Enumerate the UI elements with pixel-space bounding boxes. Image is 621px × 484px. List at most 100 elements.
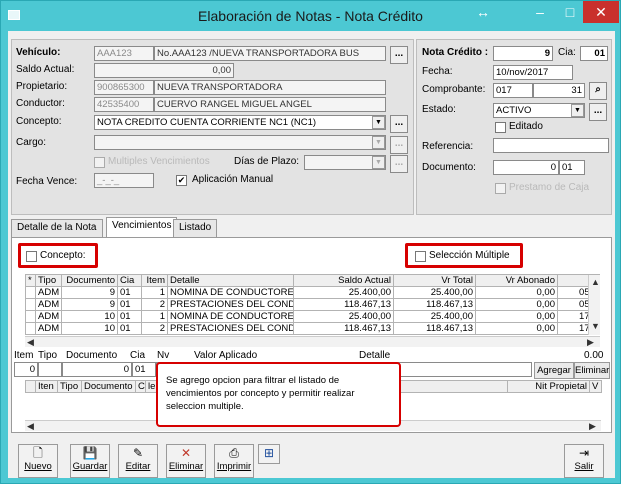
tab-vencimientos[interactable]: Vencimientos [106, 217, 178, 237]
cell-cia: 01 [117, 310, 142, 323]
nuevo-button[interactable]: 🗋 Nuevo [18, 444, 58, 478]
cell-total: 25.400,00 [393, 286, 476, 299]
concepto-label: Concepto: [16, 116, 62, 127]
prestamo-caja-checkbox[interactable] [495, 183, 506, 194]
detalle-header-cia[interactable]: C [135, 380, 146, 393]
entry-cia-field[interactable]: 01 [132, 362, 156, 377]
cia-field[interactable]: 01 [580, 46, 608, 61]
tab-listado[interactable]: Listado [173, 219, 218, 237]
grid-header-tipo[interactable]: Tipo [35, 274, 62, 287]
entry-header-documento: Documento [66, 350, 118, 361]
seleccion-multiple-checkbox[interactable] [415, 251, 426, 262]
entry-header-cia: Cia [130, 350, 146, 361]
close-button[interactable]: ✕ [583, 1, 619, 23]
estado-dropdown-icon[interactable]: ▼ [571, 104, 584, 117]
exit-icon: ⇥ [578, 446, 590, 460]
grid-header-detalle[interactable]: Detalle [167, 274, 294, 287]
table-row[interactable]: ADM 10 01 1 NOMINA DE CONDUCTORES ( 25.4… [25, 310, 600, 323]
fecha-vence-label: Fecha Vence: [16, 176, 78, 187]
row-marker [25, 298, 36, 311]
scroll-down-icon[interactable]: ▼ [591, 321, 600, 331]
tab-detalle-nota[interactable]: Detalle de la Nota [11, 219, 103, 237]
conductor-id-field: 42535400 [94, 97, 154, 112]
grid-header-abonado[interactable]: Vr Abonado [475, 274, 558, 287]
imprimir-button[interactable]: ⎙ Imprimir [214, 444, 254, 478]
grid-header-cia[interactable]: Cia [117, 274, 142, 287]
referencia-field[interactable] [493, 138, 609, 153]
salir-button[interactable]: ⇥ Salir [564, 444, 604, 478]
grid-header-saldo[interactable]: Saldo Actual [293, 274, 394, 287]
saldo-field: 0,00 [94, 63, 234, 78]
concepto-more-button[interactable]: ... [390, 115, 408, 133]
cell-cia: 01 [117, 322, 142, 335]
cargo-dropdown-icon[interactable]: ▼ [372, 136, 385, 149]
eliminar-detail-button[interactable]: Eliminar [574, 362, 610, 379]
dias-plazo-dropdown-icon[interactable]: ▼ [372, 156, 385, 169]
detalle-header-tipo[interactable]: Tipo [57, 380, 82, 393]
scroll-right-icon[interactable]: ▶ [587, 337, 594, 348]
annotation-note: Se agrego opcion para filtrar el listado… [156, 362, 401, 427]
table-row[interactable]: ADM 9 01 2 PRESTACIONES DEL CONDUC 118.4… [25, 298, 600, 311]
detalle-header-marker [25, 380, 36, 393]
editar-button[interactable]: ✎ Editar [118, 444, 158, 478]
dias-plazo-more-button[interactable]: ... [390, 155, 408, 173]
detalle-header-documento[interactable]: Documento [81, 380, 136, 393]
comprobante-number-field[interactable]: 31 [533, 83, 585, 98]
comprobante-lookup-icon[interactable]: ⌕ [589, 82, 607, 100]
prestamo-caja-label: Prestamo de Caja [509, 182, 590, 193]
fecha-vence-field[interactable]: _-_-_ [94, 173, 154, 188]
detalle-header-item[interactable]: Iten [35, 380, 58, 393]
entry-header-detalle: Detalle [359, 350, 391, 361]
estado-more-button[interactable]: ... [589, 103, 607, 121]
grid-header-documento[interactable]: Documento [61, 274, 118, 287]
vencimientos-grid[interactable]: * Tipo Documento Cia Item Detalle Saldo … [25, 274, 600, 335]
propietario-name-field: NUEVA TRANSPORTADORA [154, 80, 386, 95]
detalle-header-v[interactable]: V [589, 380, 602, 393]
entry-documento-field[interactable]: 0 [62, 362, 132, 377]
grid-header-total[interactable]: Vr Total [393, 274, 476, 287]
minimize-button[interactable]: – [526, 1, 554, 23]
concepto-dropdown-icon[interactable]: ▼ [372, 116, 385, 129]
multiples-vencimientos-checkbox[interactable] [94, 157, 105, 168]
grid-header-item[interactable]: Item [141, 274, 168, 287]
cell-abonado: 0,00 [475, 298, 558, 311]
maximize-button[interactable]: □ [556, 1, 584, 23]
aplicacion-manual-checkbox[interactable]: ✔ [176, 175, 187, 186]
scroll-left-icon[interactable]: ◀ [27, 337, 34, 348]
table-row[interactable]: ADM 10 01 2 PRESTACIONES DEL CONDUC 118.… [25, 322, 600, 335]
cargo-select[interactable] [94, 135, 386, 150]
export-button[interactable]: ⊞ [258, 444, 280, 464]
concepto-filter-checkbox[interactable] [26, 251, 37, 262]
cell-abonado: 0,00 [475, 286, 558, 299]
agregar-button[interactable]: Agregar [534, 362, 574, 379]
vehiculo-search-button[interactable]: ... [390, 46, 408, 64]
cargo-more-button[interactable]: ... [390, 136, 408, 154]
comprobante-field[interactable]: 017 [493, 83, 533, 98]
nota-numero-field[interactable]: 9 [493, 46, 553, 61]
cell-item: 2 [141, 298, 168, 311]
concepto-select[interactable]: NOTA CREDITO CUENTA CORRIENTE NC1 (NC1) [94, 115, 386, 130]
multiples-vencimientos-label: Multiples Vencimientos [108, 156, 210, 167]
conductor-label: Conductor: [16, 98, 65, 109]
entry-tipo-field[interactable] [38, 362, 62, 377]
grid-vertical-scrollbar[interactable]: ▲ ▼ [588, 275, 600, 335]
table-row[interactable]: ADM 9 01 1 NOMINA DE CONDUCTORES ( 25.40… [25, 286, 600, 299]
entry-header-valor: Valor Aplicado [194, 350, 258, 361]
documento-cia-field[interactable]: 01 [559, 160, 585, 175]
editado-checkbox[interactable] [495, 122, 506, 133]
documento-number-field[interactable]: 0 [493, 160, 559, 175]
scroll-up-icon[interactable]: ▲ [591, 277, 600, 287]
detalle-header-nit[interactable]: Nit Propietal [507, 380, 590, 393]
vehicle-panel: Vehículo: AAA123 No.AAA123 /NUEVA TRANSP… [11, 39, 414, 215]
guardar-button[interactable]: 💾 Guardar [70, 444, 110, 478]
entry-item-field[interactable]: 0 [14, 362, 38, 377]
eliminar-button[interactable]: ✕ Eliminar [166, 444, 206, 478]
vehiculo-code-field[interactable]: AAA123 [94, 46, 154, 61]
new-document-icon: 🗋 [33, 446, 43, 460]
grid-horizontal-scrollbar[interactable]: ◀ ▶ [25, 336, 600, 347]
detalle-scroll-left-icon[interactable]: ◀ [27, 421, 34, 432]
move-icon[interactable]: ↔ [469, 1, 497, 23]
fecha-field[interactable]: 10/nov/2017 [493, 65, 573, 80]
cell-cia: 01 [117, 286, 142, 299]
detalle-scroll-right-icon[interactable]: ▶ [589, 421, 596, 432]
